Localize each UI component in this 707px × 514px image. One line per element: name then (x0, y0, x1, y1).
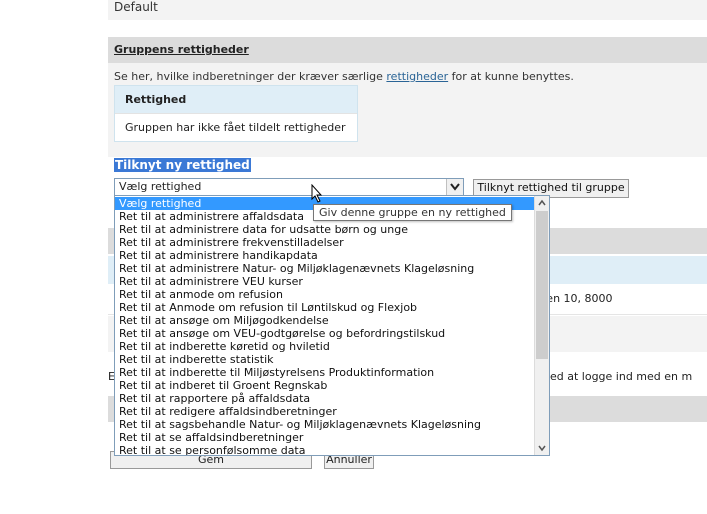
intro-before: Se her, hvilke indberetninger der kræver… (114, 70, 387, 83)
rights-link[interactable]: rettigheder (386, 70, 448, 83)
attach-tooltip: Giv denne gruppe en ny rettighed (313, 204, 512, 221)
scroll-down-icon[interactable] (535, 441, 549, 455)
rights-table-header: Rettighed (115, 86, 357, 113)
dropdown-option[interactable]: Ret til at redigere affaldsindberetninge… (115, 405, 537, 418)
rights-section-header: Gruppens rettigheder (108, 37, 707, 63)
dropdown-option[interactable]: Ret til at administrere frekvenstilladel… (115, 236, 537, 249)
right-select[interactable]: Vælg rettighed (114, 178, 464, 196)
right-dropdown-list[interactable]: Ret til at se personfølsomme data Ret til… (114, 195, 550, 456)
dropdown-option[interactable]: Ret til at administrere Natur- og Miljøk… (115, 262, 537, 275)
dropdown-option[interactable]: Ret til at indberet til Groent Regnskab (115, 379, 537, 392)
dropdown-option[interactable]: Ret til at sagsbehandle Natur- og Miljøk… (115, 418, 537, 431)
dropdown-option[interactable]: Ret til at ansøge om VEU-godtgørelse og … (115, 327, 537, 340)
dropdown-option[interactable]: Ret til at Anmode om refusion til Løntil… (115, 301, 537, 314)
dropdown-option[interactable]: Ret til at se affaldsindberetninger (115, 431, 537, 444)
rights-table-empty-row: Gruppen har ikke fået tildelt rettighede… (115, 113, 357, 141)
dropdown-scrollbar[interactable] (534, 196, 549, 455)
dropdown-option[interactable]: Ret til at anmode om refusion (115, 288, 537, 301)
dropdown-option[interactable]: Ret til at administrere handikapdata (115, 249, 537, 262)
mouse-pointer-icon (311, 183, 323, 206)
attach-right-heading: Tilknyt ny rettighed (114, 158, 251, 172)
dropdown-option[interactable]: Ret til at indberette statistik (115, 353, 537, 366)
intro-after: for at kunne benyttes. (448, 70, 574, 83)
dropdown-option[interactable]: Ret til at indberette køretid og hvileti… (115, 340, 537, 353)
scroll-up-icon[interactable] (535, 196, 549, 210)
dropdown-option[interactable]: Ret til at indberette til Miljøstyrelsen… (115, 366, 537, 379)
dropdown-option[interactable]: Ret til at rapportere på affaldsdata (115, 392, 537, 405)
dropdown-option[interactable]: Ret til at se personfølsomme data (115, 444, 537, 455)
rights-table: Rettighed Gruppen har ikke fået tildelt … (114, 85, 358, 142)
right-select-value: Vælg rettighed (119, 180, 202, 193)
scrollbar-thumb[interactable] (536, 211, 548, 359)
dropdown-option[interactable]: Ret til at administrere VEU kurser (115, 275, 537, 288)
rights-intro-text: Se her, hvilke indberetninger der kræver… (114, 70, 574, 83)
dropdown-option[interactable]: Ret til at ansøge om Miljøgodkendelse (115, 314, 537, 327)
text-fragment-right: g ved at logge ind med en m (533, 370, 693, 383)
top-value-area: Default (108, 0, 707, 20)
rights-section-title: Gruppens rettigheder (114, 43, 249, 56)
dropdown-option[interactable]: Ret til at administrere data for udsatte… (115, 223, 537, 236)
chevron-down-icon[interactable] (446, 179, 463, 195)
top-value: Default (114, 0, 158, 14)
